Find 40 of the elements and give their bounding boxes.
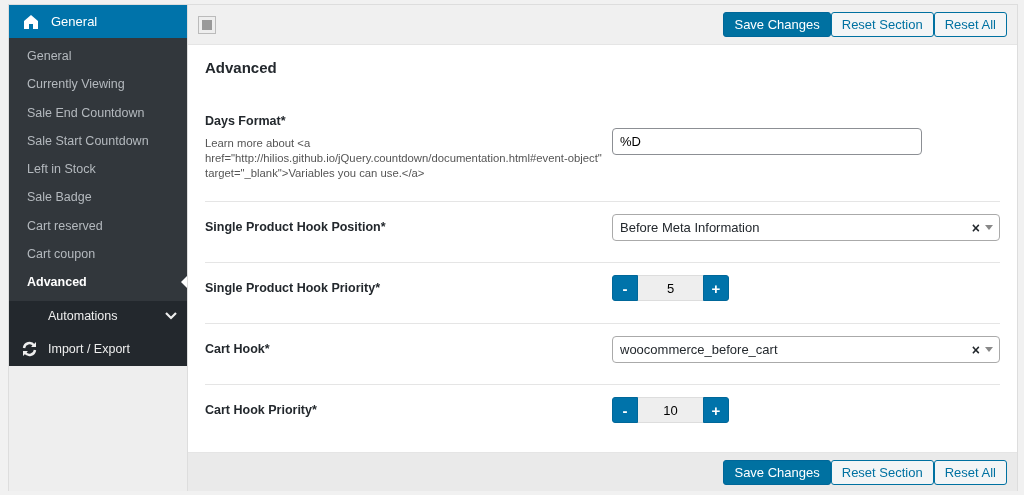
increment-button[interactable]: + — [703, 275, 729, 301]
input-field[interactable]: %D — [612, 128, 922, 155]
field-label: Days Format* — [205, 114, 287, 128]
sidebar-item[interactable]: Cart reserved — [9, 211, 187, 241]
reset-button[interactable]: Reset Section — [830, 12, 934, 37]
reset-button[interactable]: Reset All — [933, 459, 1007, 485]
field-label: Single Product Hook Position* — [205, 220, 387, 234]
select-field[interactable]: woocommerce_before_cart × — [612, 336, 1000, 363]
save-button[interactable]: Save Changes — [723, 12, 831, 37]
sidebar-item[interactable]: Left in Stock — [9, 155, 187, 184]
field-label: Cart Hook Priority* — [205, 403, 318, 417]
clear-icon[interactable]: × — [971, 341, 980, 358]
sidebar-group[interactable]: Automations — [9, 300, 187, 332]
expand-icon[interactable] — [198, 15, 216, 34]
sidebar-item[interactable]: Sale End Countdown — [9, 98, 187, 127]
field-description: Learn more about <a href="http://hilios.github.io/jQuery.countdown/documentation.html#event-object" target="_blank">Variables you can use.</a> — [205, 136, 603, 181]
reset-button[interactable]: Reset Section — [830, 459, 934, 485]
decrement-button[interactable]: - — [612, 397, 638, 423]
dropdown-icon — [985, 225, 993, 230]
reset-button[interactable]: Reset All — [933, 12, 1007, 37]
sidebar-item[interactable]: Currently Viewing — [9, 70, 187, 99]
number-field[interactable]: 10 — [638, 397, 703, 423]
sidebar-group[interactable]: Import / Export — [9, 331, 187, 366]
field-label: Cart Hook* — [205, 342, 271, 356]
sidebar-item[interactable]: Sale Badge — [9, 183, 187, 212]
clear-icon[interactable]: × — [971, 219, 980, 236]
decrement-button[interactable]: - — [612, 275, 638, 301]
refresh-icon — [21, 340, 38, 357]
sidebar-item[interactable]: Cart coupon — [9, 240, 187, 269]
sidebar-header[interactable]: General — [9, 5, 187, 38]
section-title: Advanced — [205, 59, 278, 76]
field-label: Single Product Hook Priority* — [205, 281, 382, 295]
sidebar-item[interactable]: General — [9, 42, 187, 71]
sidebar-item[interactable]: Sale Start Countdown — [9, 126, 187, 156]
increment-button[interactable]: + — [703, 397, 729, 423]
save-button[interactable]: Save Changes — [723, 459, 831, 485]
select-field[interactable]: Before Meta Information × — [612, 214, 1000, 241]
number-field[interactable]: 5 — [638, 275, 703, 301]
home-icon — [23, 13, 39, 30]
dropdown-icon — [985, 347, 993, 352]
